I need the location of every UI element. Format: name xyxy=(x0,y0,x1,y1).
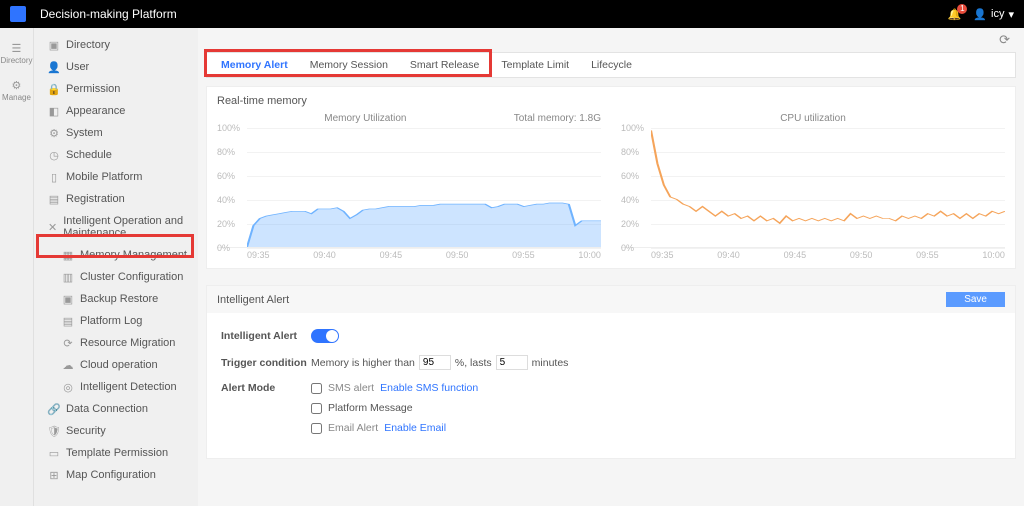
app-title: Decision-making Platform xyxy=(40,7,177,21)
memory-chart: Memory Utilization Total memory: 1.8G 0%… xyxy=(217,113,601,260)
backup-icon: ▣ xyxy=(62,293,74,305)
threshold-input[interactable] xyxy=(419,355,451,370)
menu-cluster[interactable]: ▥Cluster Configuration xyxy=(34,266,198,288)
detect-icon: ◎ xyxy=(62,381,74,393)
cloud-icon: ☁ xyxy=(62,359,74,371)
map-icon: ⊞ xyxy=(48,469,60,481)
realtime-title: Real-time memory xyxy=(217,95,1005,107)
palette-icon: ◧ xyxy=(48,105,60,117)
intelligent-alert-toggle[interactable] xyxy=(311,329,339,343)
menu-user[interactable]: 👤User xyxy=(34,56,198,78)
enable-email-link[interactable]: Enable Email xyxy=(384,422,446,434)
shield-icon: 🛡 xyxy=(48,425,60,437)
label-alert-mode: Alert Mode xyxy=(221,382,311,394)
cluster-icon: ▥ xyxy=(62,271,74,283)
folder-icon: ▣ xyxy=(48,39,60,51)
alert-panel: Intelligent Alert Save Intelligent Alert… xyxy=(206,285,1016,459)
notification-badge: 1 xyxy=(957,4,967,14)
tab-smart-release[interactable]: Smart Release xyxy=(410,59,479,71)
menu-data-connection[interactable]: 🔗Data Connection xyxy=(34,398,198,420)
tab-memory-session[interactable]: Memory Session xyxy=(310,59,388,71)
user-name: icy xyxy=(991,8,1004,20)
tab-lifecycle[interactable]: Lifecycle xyxy=(591,59,632,71)
nav-rail: ☰ Directory ⚙ Manage xyxy=(0,28,34,506)
user-icon: 👤 xyxy=(48,61,60,73)
mobile-icon: ▯ xyxy=(48,171,60,183)
user-menu[interactable]: 👤 icy ▾ xyxy=(973,8,1014,21)
register-icon: ▤ xyxy=(48,193,60,205)
system-icon: ⚙ xyxy=(48,127,60,139)
notifications-button[interactable]: 🔔 1 xyxy=(948,8,962,21)
menu-template-permission[interactable]: ▭Template Permission xyxy=(34,442,198,464)
duration-input[interactable] xyxy=(496,355,528,370)
menu-directory[interactable]: ▣Directory xyxy=(34,34,198,56)
app-logo xyxy=(10,6,26,22)
rail-directory[interactable]: ☰ Directory xyxy=(0,42,32,65)
user-icon: 👤 xyxy=(973,8,987,21)
template-icon: ▭ xyxy=(48,447,60,459)
cpu-chart: CPU utilization 0%20%40%60%80%100% 09:35… xyxy=(621,113,1005,260)
label-trigger-condition: Trigger condition xyxy=(221,357,311,369)
cpu-chart-title: CPU utilization xyxy=(621,113,1005,124)
menu-platform-log[interactable]: ▤Platform Log xyxy=(34,310,198,332)
menu-appearance[interactable]: ◧Appearance xyxy=(34,100,198,122)
lock-icon: 🔒 xyxy=(48,83,60,95)
sidebar: ▣Directory 👤User 🔒Permission ◧Appearance… xyxy=(34,28,198,506)
sms-alert-checkbox[interactable] xyxy=(311,383,322,394)
total-memory-label: Total memory: 1.8G xyxy=(514,113,601,124)
tab-memory-alert[interactable]: Memory Alert xyxy=(221,59,288,71)
menu-memory-management[interactable]: ▦Memory Management xyxy=(34,244,198,266)
menu-permission[interactable]: 🔒Permission xyxy=(34,78,198,100)
platform-message-checkbox[interactable] xyxy=(311,403,322,414)
realtime-panel: Real-time memory Memory Utilization Tota… xyxy=(206,86,1016,269)
migration-icon: ⟳ xyxy=(62,337,74,349)
connection-icon: 🔗 xyxy=(48,403,60,415)
rail-manage[interactable]: ⚙ Manage xyxy=(2,79,31,102)
log-icon: ▤ xyxy=(62,315,74,327)
tab-template-limit[interactable]: Template Limit xyxy=(501,59,569,71)
tabs: Memory Alert Memory Session Smart Releas… xyxy=(206,52,1016,78)
save-button[interactable]: Save xyxy=(946,292,1005,307)
clock-icon: ◷ xyxy=(48,149,60,161)
menu-registration[interactable]: ▤Registration xyxy=(34,188,198,210)
alert-section-title: Intelligent Alert xyxy=(217,294,289,306)
list-icon: ☰ xyxy=(10,42,22,54)
menu-schedule[interactable]: ◷Schedule xyxy=(34,144,198,166)
menu-intelligent-detection[interactable]: ◎Intelligent Detection xyxy=(34,376,198,398)
menu-backup[interactable]: ▣Backup Restore xyxy=(34,288,198,310)
email-alert-checkbox[interactable] xyxy=(311,423,322,434)
topbar: Decision-making Platform 🔔 1 👤 icy ▾ xyxy=(0,0,1024,28)
label-intelligent-alert: Intelligent Alert xyxy=(221,330,311,342)
wrench-icon: ✕ xyxy=(48,221,57,233)
menu-iom[interactable]: ✕Intelligent Operation and Maintenance xyxy=(34,210,198,244)
menu-cloud-operation[interactable]: ☁Cloud operation xyxy=(34,354,198,376)
memory-chart-title: Memory Utilization xyxy=(217,113,514,124)
refresh-button[interactable]: ⟳ xyxy=(999,32,1010,48)
content: ⟳ Memory Alert Memory Session Smart Rele… xyxy=(198,28,1024,506)
menu-mobile[interactable]: ▯Mobile Platform xyxy=(34,166,198,188)
menu-security[interactable]: 🛡Security xyxy=(34,420,198,442)
menu-resource-migration[interactable]: ⟳Resource Migration xyxy=(34,332,198,354)
chevron-down-icon: ▾ xyxy=(1008,8,1014,21)
menu-map-configuration[interactable]: ⊞Map Configuration xyxy=(34,464,198,486)
enable-sms-link[interactable]: Enable SMS function xyxy=(380,382,478,394)
memory-icon: ▦ xyxy=(62,249,74,261)
menu-system[interactable]: ⚙System xyxy=(34,122,198,144)
gear-icon: ⚙ xyxy=(10,79,22,91)
